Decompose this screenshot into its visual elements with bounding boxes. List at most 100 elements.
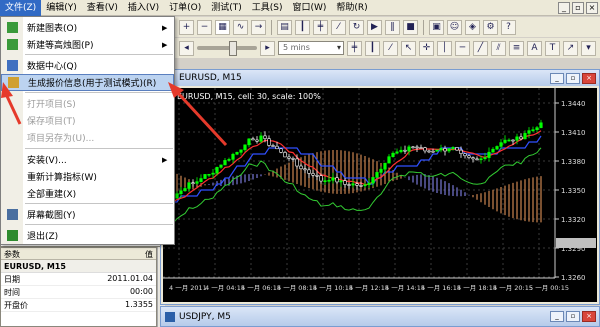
line-type-icon[interactable]: ⁄ <box>331 19 346 35</box>
candle-body <box>295 158 299 167</box>
trendline-icon[interactable]: ╱ <box>473 40 488 56</box>
refresh-icon[interactable]: ↻ <box>349 19 364 35</box>
menu-item[interactable]: 测试(T) <box>206 0 247 16</box>
menu-separator <box>25 148 173 149</box>
cursor-icon[interactable]: ↖ <box>401 40 416 56</box>
maximize-button[interactable]: ▫ <box>566 311 580 322</box>
arrow-tool-icon[interactable]: ↗ <box>563 40 578 56</box>
line-icon[interactable]: ⁄ <box>383 40 398 56</box>
autoscroll-icon[interactable]: → <box>251 19 266 35</box>
price-chart[interactable]: 1.34401.34101.33801.33501.33201.32901.32… <box>163 88 597 302</box>
restore-button[interactable]: ▫ <box>572 1 584 14</box>
line-chart-icon[interactable]: ∿ <box>233 19 248 35</box>
candle-body <box>399 149 403 153</box>
shapes-icon[interactable]: ▾ <box>581 40 596 56</box>
menu-item[interactable]: 帮助(R) <box>331 0 372 16</box>
candle-body <box>283 152 287 158</box>
menu-separator <box>25 54 173 55</box>
menu-item[interactable]: 查看(V) <box>82 0 123 16</box>
minimize-button[interactable]: _ <box>550 311 564 322</box>
order-icon[interactable]: ◈ <box>465 19 480 35</box>
chart-window-2[interactable]: USDJPY, M5 _ ▫ × <box>160 306 600 327</box>
new-chart-icon <box>1 36 23 53</box>
candle-body <box>491 148 495 153</box>
candle-body <box>315 174 319 177</box>
file-menu-item[interactable]: 重新计算指标(W) <box>1 168 174 185</box>
candle-body <box>411 146 415 149</box>
candle-body <box>515 136 519 141</box>
bar-icon[interactable]: ┃ <box>365 40 380 56</box>
file-menu-item[interactable]: 退出(Z) <box>1 227 174 244</box>
close-button[interactable]: × <box>586 1 598 14</box>
channel-icon[interactable]: ⫽ <box>491 40 506 56</box>
candle-body <box>479 158 483 161</box>
candle-body <box>431 150 435 153</box>
template-icon[interactable]: ▣ <box>429 19 444 35</box>
file-menu-item[interactable]: 数据中心(Q) <box>1 57 174 74</box>
stop-icon[interactable]: ■ <box>403 19 418 35</box>
text-tool-icon[interactable]: A <box>527 40 542 56</box>
menu-item[interactable]: 窗口(W) <box>288 0 332 16</box>
candle-body <box>383 162 387 170</box>
file-menu-item-label: 保存项目(T) <box>27 117 76 127</box>
standard-toolbar: + − ▦ ∿ → ▤ ┃ ╪ ⁄ ↻ ▶ ‖ ■ ▣ ☺ ◈ ⚙ ? <box>175 17 600 37</box>
candle-body <box>291 158 295 160</box>
menu-item[interactable]: 订单(O) <box>164 0 206 16</box>
vertical-line-icon[interactable]: │ <box>437 40 452 56</box>
minimize-button[interactable]: _ <box>558 1 570 14</box>
file-menu-item[interactable]: 新建图表(O) ▶ <box>1 19 174 36</box>
menu-item-icon-slot <box>1 112 23 129</box>
bar-chart-icon[interactable]: ┃ <box>295 19 310 35</box>
minimize-button[interactable]: _ <box>550 72 564 84</box>
time-label: 4 一月 20:15 <box>493 284 533 292</box>
maximize-button[interactable]: ▫ <box>566 72 580 84</box>
chart-titlebar[interactable]: EURUSD, M15 _ ▫ × <box>161 70 599 86</box>
candle-icon[interactable]: ╪ <box>347 40 362 56</box>
menu-item[interactable]: 工具(S) <box>247 0 288 16</box>
file-menu-item[interactable]: 生成报价信息(用于测试模式)(R) <box>1 74 174 91</box>
menu-separator <box>25 92 173 93</box>
candle-body <box>395 151 399 154</box>
settings-icon[interactable]: ⚙ <box>483 19 498 35</box>
horizontal-line-icon[interactable]: ─ <box>455 40 470 56</box>
file-menu-item-label: 新建等高烛图(P) <box>27 41 94 51</box>
file-menu-item[interactable]: 全部重建(X) <box>1 185 174 202</box>
step-back-icon[interactable]: ◂ <box>179 40 194 56</box>
pause-icon[interactable]: ‖ <box>385 19 400 35</box>
menu-item[interactable]: 插入(V) <box>123 0 164 16</box>
data-window-param: 时间 <box>4 288 20 297</box>
play-icon[interactable]: ▶ <box>367 19 382 35</box>
menu-item-icon-slot <box>1 95 23 112</box>
candle-body <box>259 135 263 142</box>
time-label: 4 一月 10:15 <box>313 284 353 292</box>
candle-body <box>327 179 331 182</box>
label-tool-icon[interactable]: T <box>545 40 560 56</box>
candle-chart-icon[interactable]: ╪ <box>313 19 328 35</box>
chart-area[interactable]: 1.3440 1.3410 1.3380 1.3350 1.3320 1.3290 1.32… <box>163 88 597 302</box>
file-menu-item[interactable]: 屏幕截图(Y) <box>1 206 174 223</box>
timeframe-select[interactable]: 5 mins <box>278 41 344 55</box>
step-forward-icon[interactable]: ▸ <box>260 40 275 56</box>
candle-body <box>211 172 215 175</box>
menu-item[interactable]: 文件(Z) <box>0 0 42 16</box>
file-menu-item-label: 新建图表(O) <box>27 24 78 34</box>
crosshair-icon[interactable]: ✛ <box>419 40 434 56</box>
tile-windows-icon[interactable]: ▤ <box>277 19 292 35</box>
zoom-out-icon[interactable]: − <box>197 19 212 35</box>
close-button[interactable]: × <box>582 72 596 84</box>
expert-icon[interactable]: ☺ <box>447 19 462 35</box>
candle-body <box>463 153 467 157</box>
help-icon[interactable]: ? <box>501 19 516 35</box>
fibonacci-icon[interactable]: ≡ <box>509 40 524 56</box>
zoom-in-icon[interactable]: + <box>179 19 194 35</box>
menu-item[interactable]: 编辑(Y) <box>41 0 82 16</box>
data-window-value: 1.3355 <box>125 300 153 309</box>
candle-body <box>343 180 347 185</box>
time-label: 4 一月 12:15 <box>349 284 389 292</box>
file-menu-item[interactable]: 新建等高烛图(P) ▶ <box>1 36 174 53</box>
file-menu-item[interactable]: 安装(V)... ▶ <box>1 151 174 168</box>
chart-grid-icon[interactable]: ▦ <box>215 19 230 35</box>
close-button[interactable]: × <box>582 311 596 322</box>
current-price-marker <box>556 238 596 248</box>
speed-slider[interactable] <box>197 41 257 56</box>
